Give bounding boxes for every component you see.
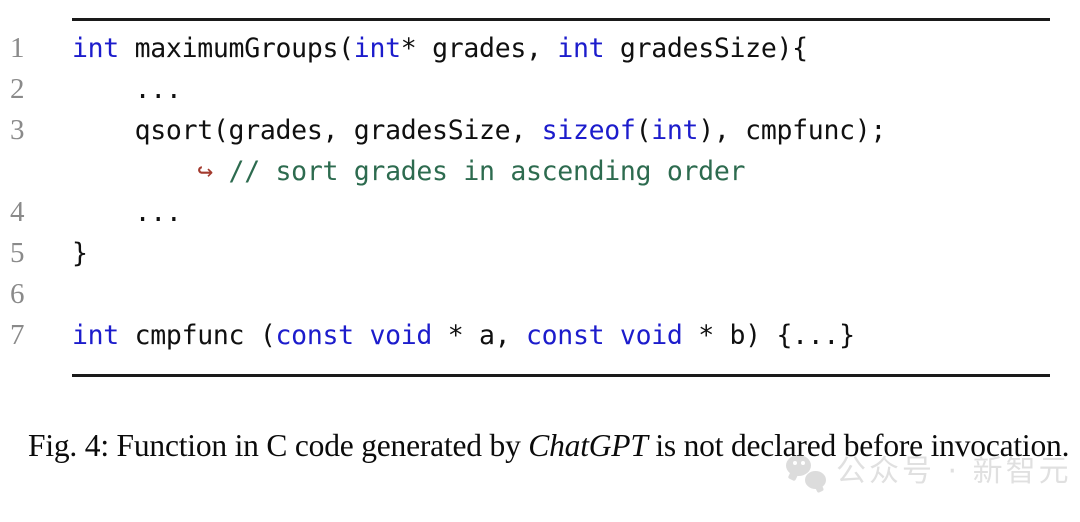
caption-italic-term: ChatGPT — [528, 428, 648, 463]
code-token: int — [72, 33, 119, 64]
code-token: // sort grades in ascending order — [228, 156, 746, 187]
code-token: * grades, — [400, 33, 558, 64]
caption-label: Fig. 4: — [28, 428, 109, 463]
listing-bottom-rule — [72, 374, 1050, 377]
figure-listing: 1 int maximumGroups(int* grades, int grad… — [0, 0, 1080, 392]
code-line: 2 ... — [0, 69, 1080, 110]
line-number: 5 — [10, 237, 25, 269]
code-token: ↪ — [72, 156, 229, 187]
code-line: 3 qsort(grades, gradesSize, sizeof(int),… — [0, 110, 1080, 151]
caption-text-after: is not declared before invocation. — [647, 428, 1070, 463]
line-number: 6 — [10, 278, 25, 310]
code-token: ... — [72, 197, 182, 228]
code-line-text: int maximumGroups(int* grades, int grade… — [72, 28, 808, 69]
code-token: } — [72, 238, 88, 269]
code-line: 5} — [0, 233, 1080, 274]
code-token: maximumGroups( — [118, 33, 354, 64]
code-token: ... — [72, 74, 182, 105]
code-token: const void — [275, 320, 433, 351]
line-number: 1 — [10, 32, 25, 64]
code-token: int — [353, 33, 401, 64]
code-token: ), cmpfunc); — [698, 115, 887, 146]
code-token: cmpfunc ( — [118, 320, 276, 351]
code-line: 7 int cmpfunc (const void * a, const void… — [0, 315, 1080, 356]
code-line: ↪ // sort grades in ascending order — [0, 151, 1080, 192]
code-line-text: ... — [72, 192, 182, 233]
code-line: 1 int maximumGroups(int* grades, int grad… — [0, 28, 1080, 69]
code-line-text: qsort(grades, gradesSize, sizeof(int), c… — [72, 110, 887, 151]
figure-caption: Fig. 4: Function in C code generated by … — [28, 424, 1074, 468]
code-token: sizeof — [541, 115, 636, 146]
code-block: 1 int maximumGroups(int* grades, int grad… — [0, 28, 1080, 356]
code-line: 4 ... — [0, 192, 1080, 233]
code-line-text: } — [72, 233, 88, 274]
line-number: 3 — [10, 114, 25, 146]
code-token: int — [651, 115, 699, 146]
code-line: 6 — [0, 274, 1080, 315]
line-number: 7 — [10, 319, 25, 351]
listing-top-rule — [72, 18, 1050, 21]
line-number: 4 — [10, 196, 25, 228]
code-line-text: ↪ // sort grades in ascending order — [72, 151, 745, 192]
code-token: gradesSize){ — [604, 33, 808, 64]
code-token: ( — [635, 115, 652, 146]
code-line-text: int cmpfunc (const void * a, const void … — [72, 315, 855, 356]
caption-text-before: Function in C code generated by — [108, 428, 529, 463]
code-line-text: ... — [72, 69, 182, 110]
code-token: int — [557, 33, 605, 64]
code-token: qsort(grades, gradesSize, — [72, 115, 542, 146]
code-token: const void — [526, 320, 683, 351]
code-token: * a, — [432, 320, 526, 351]
code-token: * b) {...} — [682, 320, 855, 351]
line-number: 2 — [10, 73, 25, 105]
code-token: int — [72, 320, 119, 351]
